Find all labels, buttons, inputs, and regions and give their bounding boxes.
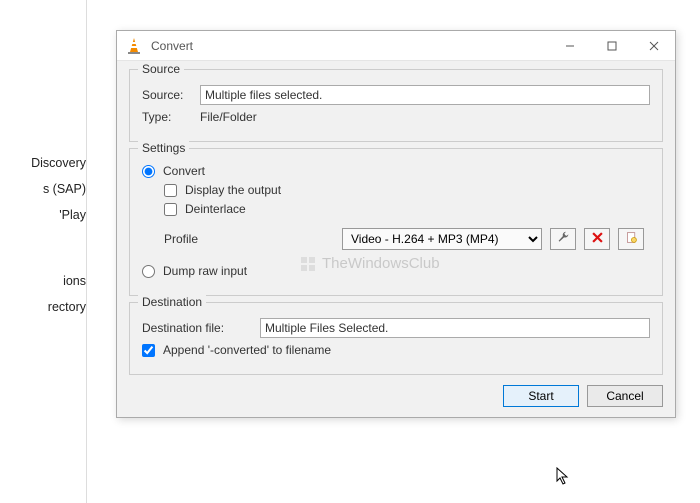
type-value: File/Folder [200,110,257,124]
destination-file-label: Destination file: [142,321,252,335]
start-button[interactable]: Start [503,385,579,407]
button-row: Start Cancel [129,385,663,407]
dump-radio[interactable] [142,265,155,278]
wrench-icon [557,231,570,247]
deinterlace-checkbox[interactable] [164,203,177,216]
settings-legend: Settings [138,141,189,155]
dialog-body: Source Source: Type: File/Folder Setting… [117,61,675,417]
bg-sidebar: Discovery s (SAP) 'Play ions rectory [0,150,90,320]
new-profile-button[interactable] [618,228,644,250]
display-output-label: Display the output [185,183,281,197]
type-label: Type: [142,110,192,124]
settings-group: Settings Convert Display the output Dein… [129,148,663,296]
bg-item: rectory [0,294,90,320]
append-converted-label: Append '-converted' to filename [163,343,331,357]
destination-file-input[interactable] [260,318,650,338]
source-legend: Source [138,62,184,76]
profile-select[interactable]: Video - H.264 + MP3 (MP4) [342,228,542,250]
destination-group: Destination Destination file: Append '-c… [129,302,663,375]
close-button[interactable] [633,32,675,60]
minimize-button[interactable] [549,32,591,60]
bg-item: s (SAP) [0,176,90,202]
append-converted-checkbox[interactable] [142,344,155,357]
new-doc-icon [625,231,638,247]
destination-legend: Destination [138,295,206,309]
source-group: Source Source: Type: File/Folder [129,69,663,142]
delete-x-icon [592,232,603,246]
cancel-button[interactable]: Cancel [587,385,663,407]
convert-radio[interactable] [142,165,155,178]
bg-spacer [0,228,90,268]
bg-item: Discovery [0,150,90,176]
dump-radio-label: Dump raw input [163,264,247,278]
delete-profile-button[interactable] [584,228,610,250]
display-output-checkbox[interactable] [164,184,177,197]
source-input[interactable] [200,85,650,105]
cursor-icon [556,467,570,485]
bg-item: ions [0,268,90,294]
bg-item: 'Play [0,202,90,228]
convert-dialog: Convert Source Source: Type: File/Folder [116,30,676,418]
maximize-button[interactable] [591,32,633,60]
window-title: Convert [151,39,193,53]
deinterlace-label: Deinterlace [185,202,246,216]
edit-profile-button[interactable] [550,228,576,250]
convert-radio-label: Convert [163,164,205,178]
titlebar: Convert [117,31,675,61]
profile-label: Profile [164,232,334,246]
vlc-cone-icon [125,37,143,55]
source-label: Source: [142,88,192,102]
